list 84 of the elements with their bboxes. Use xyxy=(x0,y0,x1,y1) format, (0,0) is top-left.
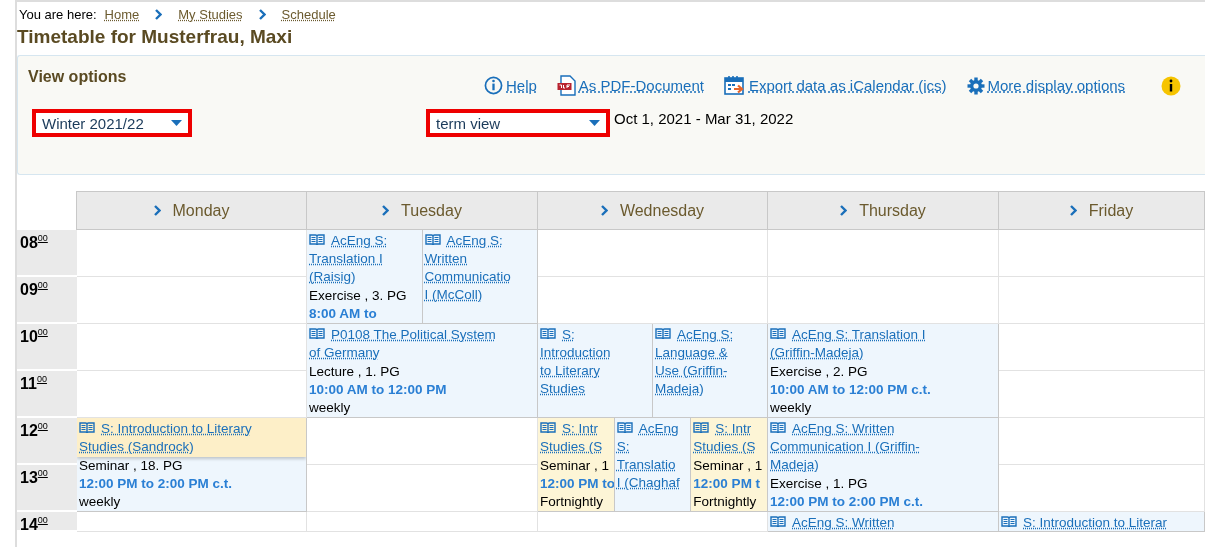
event-type: Exercise , 2. PG xyxy=(770,363,869,381)
event-frequency: weekly xyxy=(309,399,352,417)
book-icon xyxy=(309,234,325,246)
toolbar-link[interactable]: Export data as iCalendar (ics) xyxy=(723,75,947,96)
toolbar-link[interactable]: More display options xyxy=(966,76,1126,95)
breadcrumb-link[interactable]: My Studies xyxy=(178,7,243,22)
toolbar-link[interactable]: As PDF-Document xyxy=(556,75,704,96)
book-icon xyxy=(424,234,441,246)
info-icon[interactable] xyxy=(1161,75,1182,96)
day-header[interactable]: Tuesday xyxy=(306,191,538,230)
calendar-icon xyxy=(723,75,746,96)
chevron-icon xyxy=(600,205,608,216)
hour-label: 11$^{00}$ xyxy=(17,371,77,418)
event-frequency: weekly xyxy=(770,399,813,417)
event-time: 12:00 PM to xyxy=(540,475,612,493)
event-link[interactable]: AcEng S: Translation I (Raisig) xyxy=(309,232,388,286)
event-time: 8:00 AM to xyxy=(309,305,378,323)
book-icon xyxy=(79,422,95,434)
event-link[interactable]: S: Intr Studies (S xyxy=(540,420,603,456)
event-time: 10:00 AM to 12:00 PM c.t. xyxy=(770,381,932,399)
term-select[interactable]: Winter 2021/22 xyxy=(32,109,192,137)
book-icon xyxy=(770,422,786,434)
event-type: Seminar , 1 xyxy=(540,457,611,475)
book-icon xyxy=(540,328,556,340)
event-frequency: Fortnightly xyxy=(540,493,605,511)
caret-icon xyxy=(171,119,182,127)
hour-label: 14$^{00}$ xyxy=(17,512,77,532)
event-time: 12:00 PM to 2:00 PM c.t. xyxy=(79,475,234,493)
event-link[interactable]: S: Introduction to Literar xyxy=(1001,514,1168,531)
hour-label: 10$^{00}$ xyxy=(17,324,77,371)
hour-label: 12$^{00}$ xyxy=(17,418,77,465)
event-type: Seminar , 18. PG xyxy=(79,457,184,475)
day-header[interactable]: Thursday xyxy=(767,191,999,230)
chevron-icon xyxy=(840,205,848,216)
event-link[interactable]: AcEng S: Written xyxy=(770,514,895,531)
date-range: Oct 1, 2021 - Mar 31, 2022 xyxy=(614,110,794,127)
book-icon xyxy=(693,422,710,434)
event-link[interactable]: AcEng S: Language & Use (Griffin- Madeja) xyxy=(655,326,734,398)
book-icon xyxy=(540,422,556,434)
page-title: Timetable for Musterfrau, Maxi xyxy=(17,25,294,48)
event-link[interactable]: S: Introduction to Literary Studies (Sandrock) xyxy=(79,420,252,456)
breadcrumb-link[interactable]: Home xyxy=(104,7,140,22)
event-type: Exercise , 3. PG xyxy=(309,287,408,305)
chevron-icon xyxy=(153,205,161,216)
chevron-icon xyxy=(258,9,266,20)
event-link[interactable]: AcEng S: Translation I (Griffin-Madeja) xyxy=(770,326,926,362)
event-frequency: weekly xyxy=(79,493,122,511)
book-icon xyxy=(655,328,671,340)
book-icon xyxy=(616,422,633,434)
book-icon xyxy=(770,516,786,528)
event-type: Seminar , 1 xyxy=(693,457,764,475)
event-time: 10:00 AM to 12:00 PM xyxy=(309,381,448,399)
book-icon xyxy=(1001,516,1017,528)
event-link[interactable]: P0108 The Political System of Germany xyxy=(309,326,496,362)
event-time: 12:00 PM to 2:00 PM c.t. xyxy=(770,493,925,511)
chevron-icon xyxy=(155,9,163,20)
pdf-icon xyxy=(556,75,576,96)
section-heading: View options xyxy=(28,68,128,86)
toolbar-link[interactable]: Help xyxy=(484,76,537,95)
event-type: Exercise , 1. PG xyxy=(770,475,869,493)
event-type: Lecture , 1. PG xyxy=(309,363,401,381)
day-header[interactable]: Monday xyxy=(76,191,307,230)
info-icon xyxy=(484,76,503,95)
hour-label: 09$^{00}$ xyxy=(17,277,77,324)
chevron-icon xyxy=(382,205,390,216)
book-icon xyxy=(770,328,786,340)
hour-label: 13$^{00}$ xyxy=(17,465,77,512)
hour-label: 08$^{00}$ xyxy=(17,230,77,277)
day-header[interactable]: Wednesday xyxy=(537,191,768,230)
breadcrumb-label: You are here: xyxy=(19,7,97,22)
event-link[interactable]: S: Introduction to Literary Studies xyxy=(540,326,611,398)
event-link[interactable]: AcEng S: Translatio I (Chaghaf xyxy=(616,420,680,492)
event-time: 12:00 PM t xyxy=(693,475,762,493)
event-frequency: Fortnightly xyxy=(693,493,758,511)
settings-icon xyxy=(966,76,985,95)
chevron-icon xyxy=(1069,205,1077,216)
book-icon xyxy=(309,328,325,340)
breadcrumb-link[interactable]: Schedule xyxy=(281,7,336,22)
view-select[interactable]: term view xyxy=(426,109,610,137)
day-header[interactable]: Friday xyxy=(998,191,1205,230)
event-link[interactable]: S: Intr Studies (S xyxy=(693,420,756,456)
event-link[interactable]: AcEng S: Written Communicatio I (McColl) xyxy=(424,232,511,304)
event-link[interactable]: AcEng S: Written Communication I (Griffin- Madeja) xyxy=(770,420,920,474)
caret-icon xyxy=(589,119,600,127)
